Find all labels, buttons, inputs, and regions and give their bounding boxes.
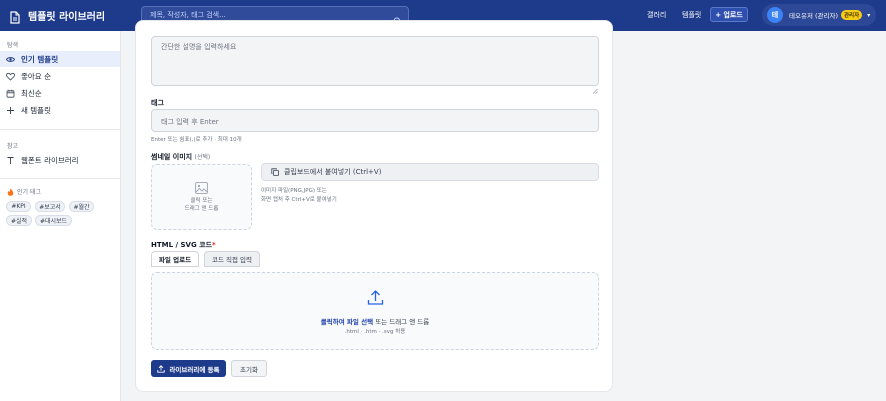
- thumbnail-dropzone[interactable]: 클릭 또는 드래그 앤 드롭: [151, 164, 252, 230]
- tags-help: Enter 또는 쉼표(,)로 추가 · 최대 10개: [151, 137, 242, 143]
- tag-chip[interactable]: #대시보드: [35, 215, 72, 226]
- sidebar-item-label: 웹폰트 라이브러리: [21, 155, 79, 165]
- file-drop-formats: .html · .htm · .svg 허용: [344, 329, 406, 335]
- fire-icon: [7, 188, 14, 196]
- avatar: 테: [767, 7, 783, 23]
- user-menu[interactable]: 테 테오유저 (관리자) 관리자 ▾: [762, 4, 876, 26]
- heart-icon: [6, 72, 15, 81]
- upload-form-card: 간단한 설명을 입력하세요 태그 태그 입력 후 Enter Enter 또는 …: [135, 20, 613, 392]
- sidebar-item-label: 인기 템플릿: [21, 54, 59, 64]
- sidebar-item-label: 좋아요 순: [21, 71, 51, 81]
- file-select-link[interactable]: 클릭하여 파일 선택: [321, 318, 373, 326]
- tag-chip[interactable]: #실적: [6, 215, 32, 226]
- upload-icon: [157, 364, 166, 373]
- sidebar-item-latest[interactable]: 최신순: [0, 85, 120, 101]
- thumbnail-label: 썸네일 이미지 (선택): [151, 152, 210, 162]
- file-drop-rest: 또는 드래그 앤 드롭: [373, 318, 430, 326]
- tab-file-upload[interactable]: 파일 업로드: [151, 251, 199, 267]
- file-dropzone[interactable]: 클릭하여 파일 선택 또는 드래그 앤 드롭 .html · .htm · .s…: [151, 272, 599, 350]
- tags-input[interactable]: 태그 입력 후 Enter: [151, 109, 599, 132]
- divider: [0, 129, 120, 130]
- tag-chip[interactable]: #KPI: [6, 201, 31, 212]
- eye-icon: [6, 55, 15, 64]
- image-icon: [195, 181, 208, 194]
- section-label-reference: 참고: [7, 143, 19, 150]
- file-drop-text: 클릭하여 파일 선택 또는 드래그 앤 드롭: [152, 316, 598, 326]
- thumbnail-drop-text-1: 클릭 또는: [190, 197, 213, 204]
- thumbnail-drop-text-2: 드래그 앤 드롭: [184, 205, 219, 212]
- code-label-text: HTML / SVG 코드: [151, 241, 213, 249]
- nav-template-link[interactable]: 템플릿: [682, 10, 701, 20]
- admin-badge: 관리자: [841, 10, 863, 20]
- thumbnail-optional: (선택): [194, 154, 211, 161]
- thumbnail-label-text: 썸네일 이미지: [151, 153, 193, 161]
- upload-icon: [367, 289, 384, 306]
- code-label: HTML / SVG 코드*: [151, 240, 216, 250]
- tag-chip[interactable]: #월간: [69, 201, 94, 212]
- sidebar-item-label: 최신순: [21, 88, 42, 98]
- copy-icon: [271, 168, 279, 176]
- sidebar-item-likes[interactable]: 좋아요 순: [0, 68, 120, 84]
- upload-button[interactable]: + 업로드: [710, 7, 748, 22]
- sidebar-item-popular[interactable]: 인기 템플릿: [0, 51, 120, 67]
- submit-button[interactable]: 라이브러리에 등록: [151, 360, 226, 377]
- sidebar-item-new[interactable]: 새 템플릿: [0, 102, 120, 118]
- sidebar: 탐색 인기 템플릿 좋아요 순 최신순 새 템플릿 참고 웹폰트 라이브러리 인…: [0, 31, 121, 401]
- resize-handle-icon[interactable]: [592, 79, 598, 94]
- divider: [0, 178, 120, 179]
- type-icon: [6, 156, 15, 165]
- nav-gallery-link[interactable]: 갤러리: [647, 10, 666, 20]
- required-mark: *: [212, 241, 216, 249]
- search-input[interactable]: [142, 11, 382, 19]
- submit-label: 라이브러리에 등록: [169, 365, 220, 374]
- section-label-explore: 탐색: [7, 42, 19, 49]
- popular-tags-label: 인기 태그: [17, 189, 41, 196]
- tab-direct-code[interactable]: 코드 직접 입력: [204, 251, 260, 267]
- tags-label: 태그: [151, 99, 164, 107]
- paste-help-2: 화면 캡처 후 Ctrl+V로 붙여넣기: [261, 197, 337, 203]
- calendar-icon: [6, 89, 15, 98]
- brand[interactable]: 템플릿 라이브러리: [9, 8, 106, 24]
- brand-title: 템플릿 라이브러리: [28, 12, 106, 23]
- plus-icon: [6, 106, 15, 115]
- chevron-down-icon: ▾: [867, 11, 871, 19]
- paste-clipboard-button[interactable]: 클립보드에서 붙여넣기 (Ctrl+V): [261, 163, 599, 181]
- paste-label: 클립보드에서 붙여넣기 (Ctrl+V): [284, 168, 382, 176]
- document-icon: [9, 9, 21, 24]
- tag-chip[interactable]: #보고서: [35, 201, 65, 212]
- user-name: 테오유저 (관리자): [789, 12, 838, 20]
- sidebar-item-label: 새 템플릿: [21, 105, 51, 115]
- paste-help-1: 이미지 파일(PNG,JPG) 또는: [261, 188, 327, 194]
- reset-button[interactable]: 초기화: [231, 360, 267, 377]
- popular-tags-header: 인기 태그: [7, 187, 41, 196]
- description-textarea[interactable]: 간단한 설명을 입력하세요: [151, 36, 599, 86]
- search-icon[interactable]: [393, 11, 402, 26]
- sidebar-item-font-library[interactable]: 웹폰트 라이브러리: [0, 152, 120, 168]
